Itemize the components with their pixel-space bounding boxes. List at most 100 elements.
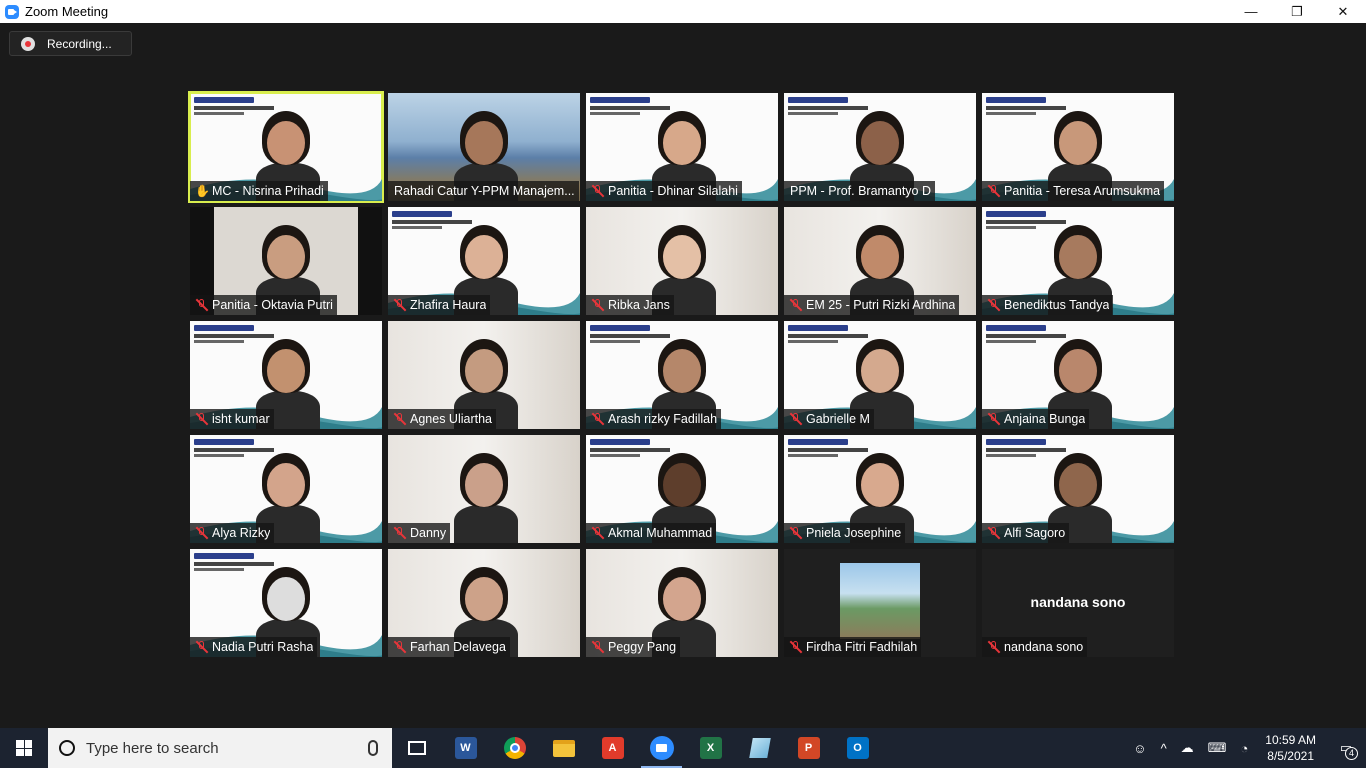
participant-tile[interactable]: Ribka Jans	[586, 207, 778, 315]
participant-name-bar: nandana sono	[982, 637, 1088, 657]
onedrive-icon[interactable]: ☁	[1174, 740, 1201, 756]
participant-name: Panitia - Teresa Arumsukma	[1004, 184, 1161, 198]
microphone-icon[interactable]	[368, 740, 378, 756]
participant-name: isht kumar	[212, 412, 270, 426]
window-title: Zoom Meeting	[25, 4, 109, 19]
participant-tile[interactable]: ✋ MC - Nisrina Prihadi	[188, 91, 384, 203]
gallery-view: ✋ MC - Nisrina Prihadi Rahadi Catur Y-PPM …	[188, 91, 1176, 657]
recording-indicator[interactable]: Recording...	[9, 31, 132, 56]
participant-tile[interactable]: Alya Rizky	[190, 435, 382, 543]
window-controls: — ❐ ✕	[1228, 0, 1366, 23]
close-button[interactable]: ✕	[1320, 0, 1366, 23]
outlook-taskbar-button[interactable]: O	[833, 728, 882, 768]
participant-name: Akmal Muhammad	[608, 526, 713, 540]
muted-microphone-icon	[789, 526, 803, 540]
muted-microphone-icon	[195, 298, 209, 312]
no-video-name: nandana sono	[1030, 594, 1126, 610]
participant-name-bar: Firdha Fitri Fadhilah	[784, 637, 922, 657]
participant-name: Rahadi Catur Y-PPM Manajem...	[394, 184, 575, 198]
participant-name-bar: PPM - Prof. Bramantyo D	[784, 181, 936, 201]
participant-tile[interactable]: Nadia Putri Rasha	[190, 549, 382, 657]
notepad-taskbar-button[interactable]	[735, 728, 784, 768]
chevron-up-icon[interactable]: ^	[1154, 741, 1174, 756]
participant-tile[interactable]: Akmal Muhammad	[586, 435, 778, 543]
participant-name: Gabrielle M	[806, 412, 870, 426]
muted-microphone-icon	[591, 526, 605, 540]
maximize-button[interactable]: ❐	[1274, 0, 1320, 23]
people-icon[interactable]: ☺	[1126, 741, 1153, 756]
participant-name-bar: ✋ MC - Nisrina Prihadi	[190, 181, 328, 201]
participant-name-bar: EM 25 - Putri Rizki Ardhina	[784, 295, 960, 315]
participant-name: Pniela Josephine	[806, 526, 902, 540]
zoom-icon	[649, 736, 674, 760]
participant-name: Zhafira Haura	[410, 298, 487, 312]
participant-name-bar: isht kumar	[190, 409, 274, 429]
participant-name-bar: Farhan Delavega	[388, 637, 510, 657]
wifi-icon[interactable]: ◔	[1233, 741, 1255, 756]
task-view-button[interactable]	[392, 728, 441, 768]
file-explorer-taskbar-button[interactable]	[539, 728, 588, 768]
windows-icon	[16, 740, 32, 756]
word-taskbar-button[interactable]: W	[441, 728, 490, 768]
outlook-icon: O	[846, 737, 869, 759]
participant-name: Panitia - Dhinar Silalahi	[608, 184, 738, 198]
participant-name-bar: Pniela Josephine	[784, 523, 906, 543]
participant-tile[interactable]: Gabrielle M	[784, 321, 976, 429]
participant-name: Firdha Fitri Fadhilah	[806, 640, 918, 654]
muted-microphone-icon	[789, 412, 803, 426]
participant-tile[interactable]: Alfi Sagoro	[982, 435, 1174, 543]
minimize-button[interactable]: —	[1228, 0, 1274, 23]
muted-microphone-icon	[987, 412, 1001, 426]
participant-tile[interactable]: Danny	[388, 435, 580, 543]
participant-tile[interactable]: EM 25 - Putri Rizki Ardhina	[784, 207, 976, 315]
search-placeholder: Type here to search	[86, 739, 219, 757]
participant-tile[interactable]: nandana sono nandana sono	[982, 549, 1174, 657]
participant-name-bar: Zhafira Haura	[388, 295, 491, 315]
participant-tile[interactable]: Panitia - Dhinar Silalahi	[586, 93, 778, 201]
participant-tile[interactable]: Panitia - Teresa Arumsukma	[982, 93, 1174, 201]
taskbar-search-box[interactable]: Type here to search	[48, 728, 392, 768]
participant-tile[interactable]: Rahadi Catur Y-PPM Manajem...	[388, 93, 580, 201]
action-center-button[interactable]: ▭ 4	[1326, 740, 1366, 760]
acrobat-icon: A	[601, 737, 624, 759]
folder-icon	[552, 739, 575, 757]
participant-name: Ribka Jans	[608, 298, 670, 312]
input-method-icon[interactable]: ⌨	[1201, 740, 1234, 756]
participant-tile[interactable]: Agnes Uliartha	[388, 321, 580, 429]
taskbar: Type here to search W A X P O ☺ ^ ☁ ⌨ ◔	[0, 728, 1366, 768]
acrobat-taskbar-button[interactable]: A	[588, 728, 637, 768]
muted-microphone-icon	[393, 526, 407, 540]
participant-tile[interactable]: PPM - Prof. Bramantyo D	[784, 93, 976, 201]
taskbar-clock[interactable]: 10:59 AM 8/5/2021	[1255, 732, 1326, 764]
participant-tile[interactable]: Farhan Delavega	[388, 549, 580, 657]
muted-microphone-icon	[195, 526, 209, 540]
participant-tile[interactable]: Anjaina Bunga	[982, 321, 1174, 429]
participant-tile[interactable]: Panitia - Oktavia Putri	[190, 207, 382, 315]
participant-tile[interactable]: Zhafira Haura	[388, 207, 580, 315]
start-button[interactable]	[0, 728, 48, 768]
participant-tile[interactable]: isht kumar	[190, 321, 382, 429]
participant-tile[interactable]: Arash rizky Fadillah	[586, 321, 778, 429]
participant-name: Anjaina Bunga	[1004, 412, 1086, 426]
powerpoint-taskbar-button[interactable]: P	[784, 728, 833, 768]
participant-name-bar: Anjaina Bunga	[982, 409, 1090, 429]
muted-microphone-icon	[393, 412, 407, 426]
zoom-taskbar-button[interactable]	[637, 728, 686, 768]
muted-microphone-icon	[393, 298, 407, 312]
excel-taskbar-button[interactable]: X	[686, 728, 735, 768]
muted-microphone-icon	[591, 640, 605, 654]
notepad-icon	[748, 738, 771, 758]
participant-tile[interactable]: Benediktus Tandya	[982, 207, 1174, 315]
task-view-icon	[407, 741, 426, 755]
word-icon: W	[454, 737, 477, 759]
muted-microphone-icon	[591, 298, 605, 312]
participant-tile[interactable]: Firdha Fitri Fadhilah	[784, 549, 976, 657]
participant-tile[interactable]: Pniela Josephine	[784, 435, 976, 543]
participant-name-bar: Nadia Putri Rasha	[190, 637, 318, 657]
participant-name-bar: Agnes Uliartha	[388, 409, 496, 429]
chrome-taskbar-button[interactable]	[490, 728, 539, 768]
participant-name-bar: Danny	[388, 523, 451, 543]
participant-tile[interactable]: Peggy Pang	[586, 549, 778, 657]
system-tray: ☺ ^ ☁ ⌨ ◔ 10:59 AM 8/5/2021 ▭ 4	[1126, 728, 1366, 768]
participant-name: Panitia - Oktavia Putri	[212, 298, 333, 312]
